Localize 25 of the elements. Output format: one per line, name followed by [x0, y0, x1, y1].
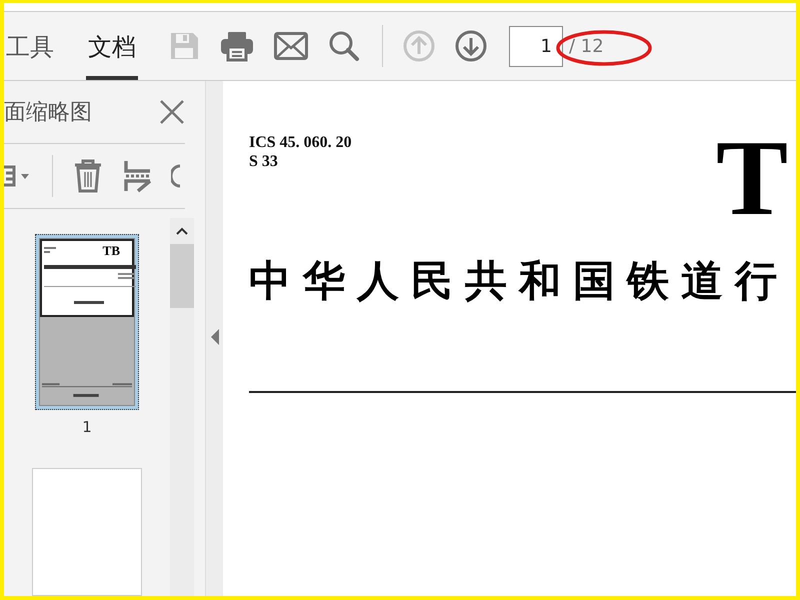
scroll-thumb[interactable]: [170, 244, 194, 308]
scrollbar[interactable]: [170, 218, 194, 596]
scroll-up-icon[interactable]: [175, 226, 189, 236]
thumbnail-code: TB: [102, 245, 120, 257]
down-arrow-icon[interactable]: [455, 30, 487, 62]
standard-code: S 33: [249, 152, 279, 171]
rotate-icon[interactable]: [171, 163, 181, 189]
toolbar-tab[interactable]: 工具: [4, 12, 56, 80]
page-options-icon[interactable]: [4, 165, 32, 187]
page-number-field[interactable]: 1: [509, 26, 563, 66]
print-icon[interactable]: [220, 30, 254, 62]
page-thumbnail[interactable]: TB: [35, 234, 139, 410]
search-icon[interactable]: [328, 30, 360, 62]
collapse-icon[interactable]: [210, 328, 220, 344]
standard-mark: T: [716, 139, 788, 219]
page-thumbnail[interactable]: [32, 468, 142, 596]
mail-icon[interactable]: [274, 32, 308, 60]
trash-icon[interactable]: [73, 159, 103, 193]
panel-title: 面缩略图: [4, 99, 92, 127]
extract-pages-icon[interactable]: [123, 159, 151, 193]
close-icon[interactable]: [159, 99, 185, 125]
page-count: / 12: [569, 36, 604, 56]
thumbnail-label: 1: [82, 418, 92, 436]
document-title: 中华人民共和国铁道行: [249, 255, 790, 307]
standard-code: ICS 45. 060. 20: [249, 133, 352, 152]
